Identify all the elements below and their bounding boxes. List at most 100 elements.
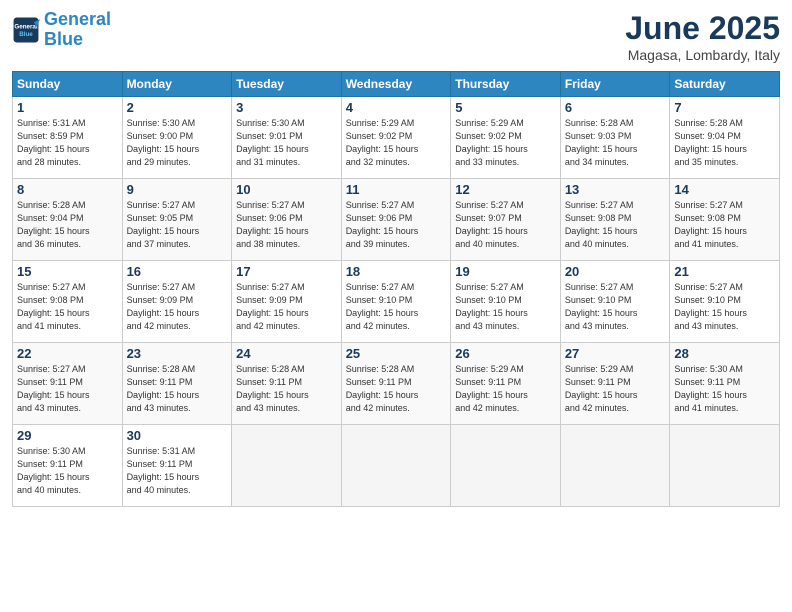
weekday-header-sunday: Sunday (13, 72, 123, 97)
day-number: 11 (346, 182, 447, 197)
day-info: Sunrise: 5:27 AM Sunset: 9:06 PM Dayligh… (346, 199, 447, 251)
day-info: Sunrise: 5:27 AM Sunset: 9:09 PM Dayligh… (236, 281, 337, 333)
calendar-cell: 24 Sunrise: 5:28 AM Sunset: 9:11 PM Dayli… (232, 343, 342, 425)
day-number: 28 (674, 346, 775, 361)
day-info: Sunrise: 5:28 AM Sunset: 9:11 PM Dayligh… (236, 363, 337, 415)
day-number: 2 (127, 100, 228, 115)
day-number: 15 (17, 264, 118, 279)
calendar-cell: 18 Sunrise: 5:27 AM Sunset: 9:10 PM Dayli… (341, 261, 451, 343)
day-number: 14 (674, 182, 775, 197)
calendar-cell: 12 Sunrise: 5:27 AM Sunset: 9:07 PM Dayli… (451, 179, 561, 261)
day-info: Sunrise: 5:27 AM Sunset: 9:10 PM Dayligh… (346, 281, 447, 333)
day-info: Sunrise: 5:29 AM Sunset: 9:02 PM Dayligh… (455, 117, 556, 169)
weekday-header-wednesday: Wednesday (341, 72, 451, 97)
calendar-cell: 21 Sunrise: 5:27 AM Sunset: 9:10 PM Dayli… (670, 261, 780, 343)
day-info: Sunrise: 5:27 AM Sunset: 9:08 PM Dayligh… (17, 281, 118, 333)
calendar-cell: 26 Sunrise: 5:29 AM Sunset: 9:11 PM Dayli… (451, 343, 561, 425)
day-number: 18 (346, 264, 447, 279)
day-number: 16 (127, 264, 228, 279)
week-row-5: 29Sunrise: 5:30 AM Sunset: 9:11 PM Dayli… (13, 425, 780, 507)
day-info: Sunrise: 5:27 AM Sunset: 9:09 PM Dayligh… (127, 281, 228, 333)
day-info: Sunrise: 5:31 AM Sunset: 9:11 PM Dayligh… (127, 445, 228, 497)
calendar-cell: 14 Sunrise: 5:27 AM Sunset: 9:08 PM Dayli… (670, 179, 780, 261)
day-number: 22 (17, 346, 118, 361)
calendar-cell: 2 Sunrise: 5:30 AM Sunset: 9:00 PM Daylig… (122, 97, 232, 179)
calendar-cell: 4 Sunrise: 5:29 AM Sunset: 9:02 PM Daylig… (341, 97, 451, 179)
day-info: Sunrise: 5:29 AM Sunset: 9:11 PM Dayligh… (455, 363, 556, 415)
location: Magasa, Lombardy, Italy (625, 47, 780, 63)
day-info: Sunrise: 5:27 AM Sunset: 9:10 PM Dayligh… (674, 281, 775, 333)
day-info: Sunrise: 5:27 AM Sunset: 9:10 PM Dayligh… (455, 281, 556, 333)
day-info: Sunrise: 5:29 AM Sunset: 9:11 PM Dayligh… (565, 363, 666, 415)
day-number: 13 (565, 182, 666, 197)
day-info: Sunrise: 5:27 AM Sunset: 9:07 PM Dayligh… (455, 199, 556, 251)
day-info: Sunrise: 5:27 AM Sunset: 9:06 PM Dayligh… (236, 199, 337, 251)
calendar-table: SundayMondayTuesdayWednesdayThursdayFrid… (12, 71, 780, 507)
calendar-cell: 5 Sunrise: 5:29 AM Sunset: 9:02 PM Daylig… (451, 97, 561, 179)
calendar-cell: 22 Sunrise: 5:27 AM Sunset: 9:11 PM Dayli… (13, 343, 123, 425)
day-number: 25 (346, 346, 447, 361)
day-number: 5 (455, 100, 556, 115)
calendar-cell: 3 Sunrise: 5:30 AM Sunset: 9:01 PM Daylig… (232, 97, 342, 179)
month-title: June 2025 (625, 10, 780, 47)
week-row-2: 8Sunrise: 5:28 AM Sunset: 9:04 PM Daylig… (13, 179, 780, 261)
calendar-cell: 25 Sunrise: 5:28 AM Sunset: 9:11 PM Dayli… (341, 343, 451, 425)
day-number: 17 (236, 264, 337, 279)
calendar-cell: 17 Sunrise: 5:27 AM Sunset: 9:09 PM Dayli… (232, 261, 342, 343)
day-info: Sunrise: 5:27 AM Sunset: 9:08 PM Dayligh… (674, 199, 775, 251)
day-info: Sunrise: 5:27 AM Sunset: 9:05 PM Dayligh… (127, 199, 228, 251)
day-info: Sunrise: 5:27 AM Sunset: 9:10 PM Dayligh… (565, 281, 666, 333)
calendar-cell: 27Sunrise: 5:29 AM Sunset: 9:11 PM Dayli… (560, 343, 670, 425)
svg-text:General: General (14, 23, 37, 30)
weekday-header-saturday: Saturday (670, 72, 780, 97)
calendar-cell: 1 Sunrise: 5:31 AM Sunset: 8:59 PM Daylig… (13, 97, 123, 179)
calendar-cell (451, 425, 561, 507)
svg-text:Blue: Blue (19, 31, 33, 38)
calendar-cell: 10Sunrise: 5:27 AM Sunset: 9:06 PM Dayli… (232, 179, 342, 261)
weekday-header-thursday: Thursday (451, 72, 561, 97)
day-number: 23 (127, 346, 228, 361)
day-number: 6 (565, 100, 666, 115)
day-info: Sunrise: 5:28 AM Sunset: 9:11 PM Dayligh… (127, 363, 228, 415)
day-info: Sunrise: 5:28 AM Sunset: 9:11 PM Dayligh… (346, 363, 447, 415)
calendar-cell: 8Sunrise: 5:28 AM Sunset: 9:04 PM Daylig… (13, 179, 123, 261)
day-number: 7 (674, 100, 775, 115)
header: General Blue General Blue June 2025 Maga… (12, 10, 780, 63)
weekday-header-tuesday: Tuesday (232, 72, 342, 97)
day-number: 30 (127, 428, 228, 443)
calendar-cell: 29Sunrise: 5:30 AM Sunset: 9:11 PM Dayli… (13, 425, 123, 507)
calendar-cell: 9Sunrise: 5:27 AM Sunset: 9:05 PM Daylig… (122, 179, 232, 261)
day-number: 4 (346, 100, 447, 115)
day-info: Sunrise: 5:27 AM Sunset: 9:11 PM Dayligh… (17, 363, 118, 415)
calendar-cell (341, 425, 451, 507)
weekday-header-friday: Friday (560, 72, 670, 97)
day-number: 24 (236, 346, 337, 361)
title-block: June 2025 Magasa, Lombardy, Italy (625, 10, 780, 63)
day-info: Sunrise: 5:28 AM Sunset: 9:04 PM Dayligh… (674, 117, 775, 169)
calendar-cell: 11 Sunrise: 5:27 AM Sunset: 9:06 PM Dayli… (341, 179, 451, 261)
calendar-cell: 28Sunrise: 5:30 AM Sunset: 9:11 PM Dayli… (670, 343, 780, 425)
day-number: 20 (565, 264, 666, 279)
calendar-cell (232, 425, 342, 507)
day-number: 3 (236, 100, 337, 115)
weekday-header-row: SundayMondayTuesdayWednesdayThursdayFrid… (13, 72, 780, 97)
calendar-cell: 30 Sunrise: 5:31 AM Sunset: 9:11 PM Dayli… (122, 425, 232, 507)
day-number: 1 (17, 100, 118, 115)
calendar-cell: 7 Sunrise: 5:28 AM Sunset: 9:04 PM Daylig… (670, 97, 780, 179)
day-info: Sunrise: 5:30 AM Sunset: 9:00 PM Dayligh… (127, 117, 228, 169)
calendar-cell: 23 Sunrise: 5:28 AM Sunset: 9:11 PM Dayli… (122, 343, 232, 425)
day-info: Sunrise: 5:30 AM Sunset: 9:01 PM Dayligh… (236, 117, 337, 169)
logo: General Blue General Blue (12, 10, 111, 50)
calendar-container: General Blue General Blue June 2025 Maga… (0, 0, 792, 612)
day-info: Sunrise: 5:29 AM Sunset: 9:02 PM Dayligh… (346, 117, 447, 169)
day-number: 26 (455, 346, 556, 361)
day-number: 12 (455, 182, 556, 197)
day-number: 21 (674, 264, 775, 279)
day-info: Sunrise: 5:31 AM Sunset: 8:59 PM Dayligh… (17, 117, 118, 169)
calendar-cell: 13Sunrise: 5:27 AM Sunset: 9:08 PM Dayli… (560, 179, 670, 261)
day-number: 8 (17, 182, 118, 197)
day-info: Sunrise: 5:30 AM Sunset: 9:11 PM Dayligh… (17, 445, 118, 497)
day-info: Sunrise: 5:28 AM Sunset: 9:03 PM Dayligh… (565, 117, 666, 169)
calendar-cell: 15 Sunrise: 5:27 AM Sunset: 9:08 PM Dayli… (13, 261, 123, 343)
calendar-cell: 20 Sunrise: 5:27 AM Sunset: 9:10 PM Dayli… (560, 261, 670, 343)
